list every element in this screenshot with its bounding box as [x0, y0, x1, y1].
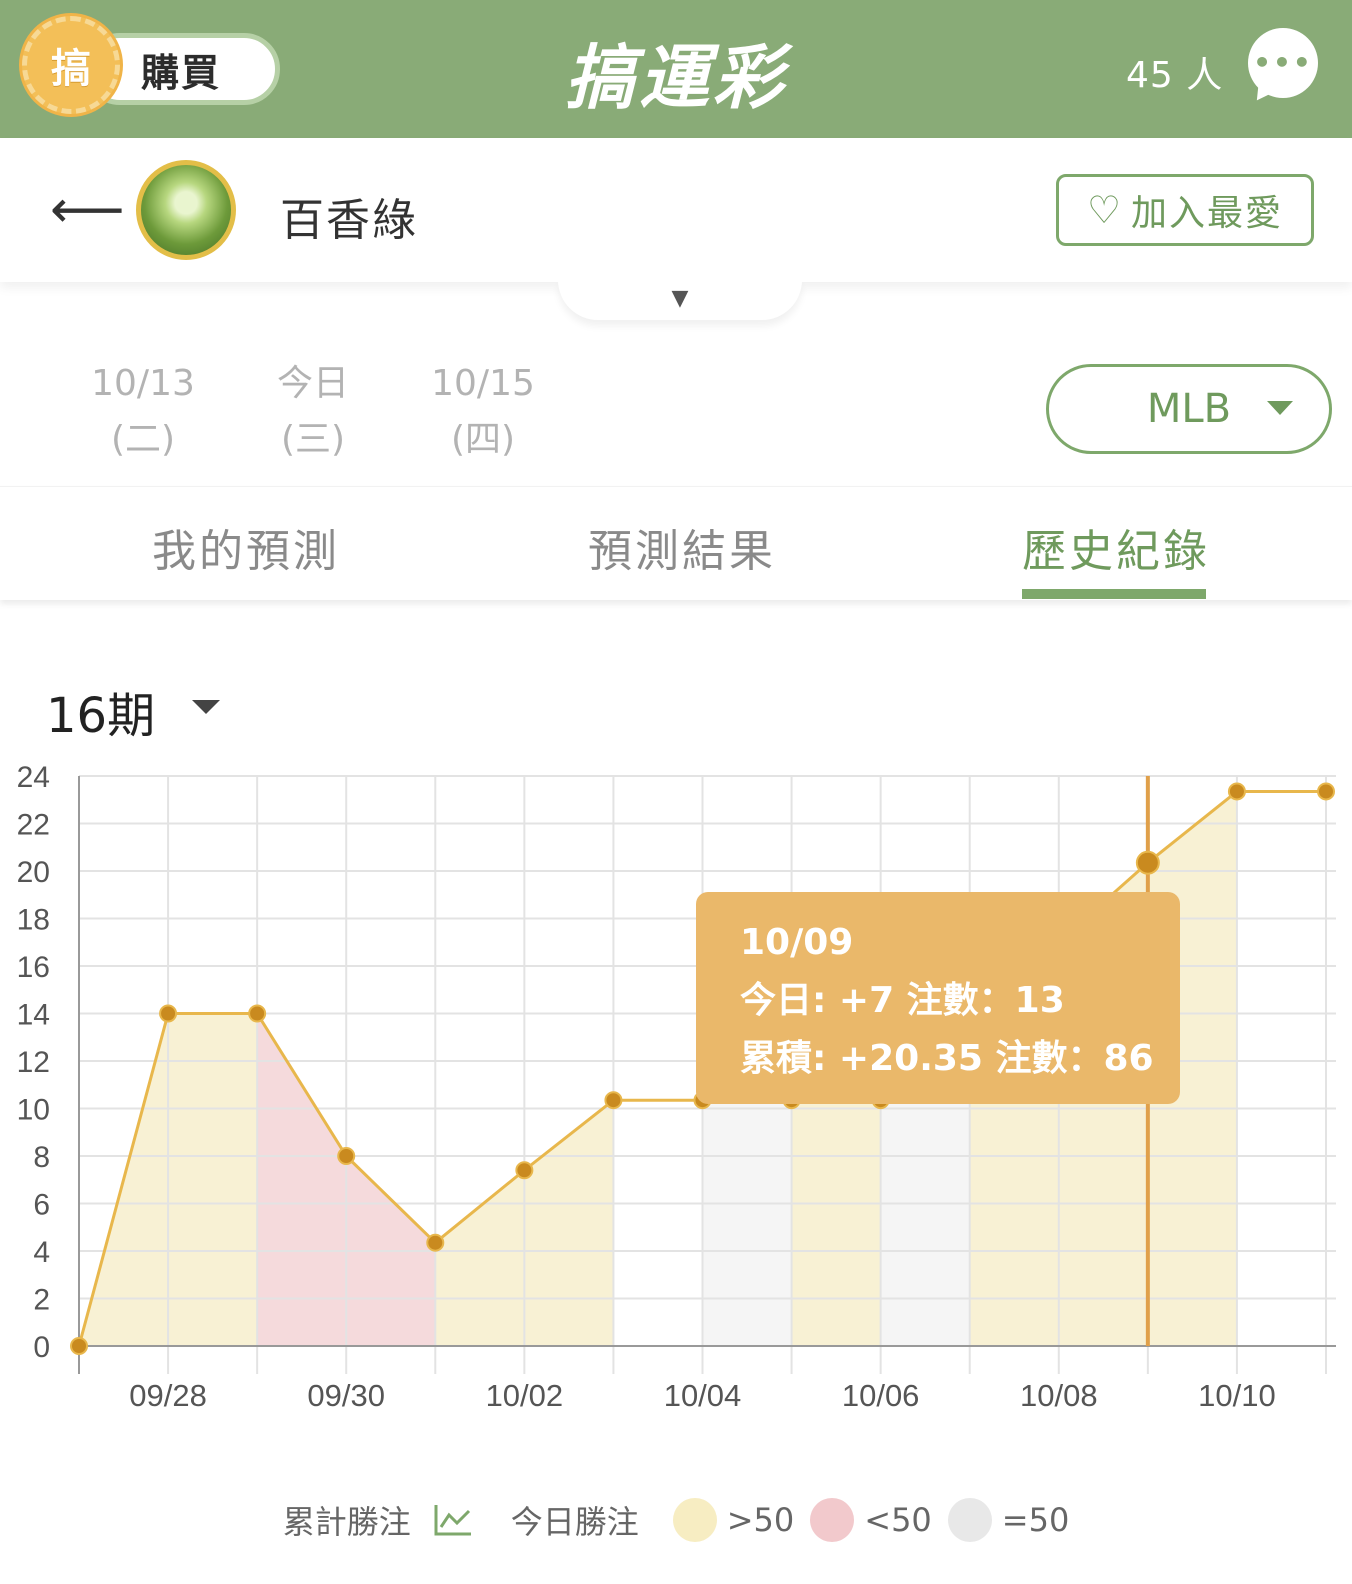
data-point	[248, 1004, 267, 1023]
y-tick-label: 16	[17, 951, 50, 984]
legend-lt50[interactable]: <50	[810, 1498, 932, 1542]
caret-down-icon: ▼	[671, 286, 689, 311]
y-tick-label: 4	[33, 1236, 50, 1269]
date-label: 今日	[276, 363, 349, 404]
band-gt50	[168, 1013, 258, 1346]
username: 百香綠	[280, 195, 418, 246]
tooltip-total: 累積: +20.35 注數：86	[740, 1038, 1154, 1079]
coin-label: 搞	[51, 46, 91, 92]
y-tick-label: 2	[33, 1284, 50, 1317]
x-tick-label: 10/02	[486, 1378, 564, 1413]
y-tick-label: 14	[17, 999, 50, 1032]
weekday-label: (四)	[450, 419, 516, 460]
y-tick-label: 0	[33, 1331, 50, 1364]
y-tick-label: 22	[17, 809, 50, 842]
tab-history[interactable]: 歷史紀錄	[1022, 515, 1210, 579]
band-eq50	[702, 1100, 792, 1346]
data-point	[337, 1147, 356, 1165]
date-label: 10/13	[91, 363, 195, 404]
band-lt50	[257, 1013, 347, 1346]
weekday-label: (二)	[110, 419, 176, 460]
arrow-left-icon[interactable]: ⟵	[50, 180, 125, 240]
data-point	[1135, 850, 1160, 875]
chart-tooltip: 10/09 今日: +7 注數：13 累積: +20.35 注數：86	[696, 892, 1180, 1104]
y-tick-label: 24	[17, 761, 50, 794]
date-item[interactable]: 10/15 (四)	[418, 356, 548, 468]
legend-lt50-label: <50	[864, 1501, 932, 1539]
tab-bar: 我的預測 預測結果 歷史紀錄	[0, 486, 1352, 600]
tooltip-date: 10/09	[740, 922, 854, 963]
y-tick-label: 10	[17, 1094, 50, 1127]
legend-eq50[interactable]: =50	[947, 1498, 1070, 1542]
tab-my-predictions[interactable]: 我的預測	[152, 515, 340, 579]
caret-down-icon[interactable]	[192, 700, 220, 714]
top-bar: 購買 搞 搞運彩 45 人 •••	[0, 0, 1352, 138]
data-point	[515, 1161, 534, 1180]
expand-toggle[interactable]: ▼	[558, 280, 802, 320]
legend-gt50-label: >50	[726, 1501, 795, 1539]
caret-down-icon	[1267, 401, 1293, 415]
date-label: 10/15	[431, 363, 535, 404]
favorite-label: 加入最愛	[1131, 193, 1284, 234]
online-count: 45 人	[1126, 55, 1224, 96]
profile-header: ⟵ 百香綠 ♡ 加入最愛	[0, 138, 1352, 282]
league-value: MLB	[1146, 386, 1232, 432]
weekday-label: (三)	[280, 419, 346, 460]
history-chart[interactable]: 02468101214161820222409/28 09/30 10/02 10/0…	[0, 760, 1352, 1460]
coin-icon[interactable]: 搞	[22, 16, 120, 114]
x-tick-label: 10/04	[664, 1378, 742, 1413]
y-tick-label: 12	[17, 1046, 50, 1079]
y-tick-label: 18	[17, 904, 50, 937]
data-point	[159, 1004, 178, 1023]
date-item[interactable]: 10/13 (二)	[78, 356, 208, 468]
legend-cumulative[interactable]: 累計勝注	[283, 1497, 495, 1543]
avatar[interactable]	[136, 160, 236, 260]
legend-cumulative-label: 累計勝注	[282, 1503, 411, 1541]
legend-today[interactable]: 今日勝注	[511, 1497, 639, 1543]
tab-prediction-results[interactable]: 預測結果	[588, 515, 776, 579]
data-point	[1227, 782, 1246, 801]
legend-today-label: 今日勝注	[510, 1503, 639, 1541]
band-gt50	[435, 1170, 525, 1346]
x-tick-label: 10/10	[1198, 1378, 1276, 1413]
y-tick-label: 20	[17, 856, 50, 889]
swatch-lt50	[810, 1498, 855, 1542]
chart-legend: 累計勝注 今日勝注 >50 <50 =50	[0, 1490, 1352, 1550]
chat-dots: •••	[1253, 46, 1313, 79]
data-point	[426, 1233, 445, 1252]
y-tick-label: 6	[33, 1189, 50, 1222]
line-chart-icon	[434, 1505, 471, 1536]
league-select[interactable]: MLB	[1046, 364, 1332, 454]
x-tick-label: 10/08	[1020, 1378, 1098, 1413]
x-tick-label: 10/06	[842, 1378, 920, 1413]
heart-icon: ♡	[1086, 188, 1124, 232]
y-tick-label: 8	[33, 1141, 50, 1174]
legend-eq50-label: =50	[1001, 1501, 1070, 1539]
chat-bubble-icon[interactable]: •••	[1248, 28, 1318, 98]
data-point	[1317, 782, 1335, 801]
data-point	[70, 1337, 88, 1355]
x-tick-label: 09/28	[129, 1378, 207, 1413]
x-tick-label: 09/30	[307, 1378, 385, 1413]
add-favorite-button[interactable]: ♡ 加入最愛	[1056, 174, 1314, 246]
data-point	[604, 1091, 623, 1110]
swatch-eq50	[947, 1498, 992, 1542]
active-tab-indicator	[1022, 589, 1206, 599]
period-select[interactable]: 16期	[46, 676, 155, 746]
legend-gt50[interactable]: >50	[655, 1498, 795, 1542]
tooltip-today: 今日: +7 注數：13	[740, 980, 1065, 1021]
swatch-gt50	[672, 1498, 717, 1542]
date-item-today[interactable]: 今日 (三)	[248, 356, 378, 468]
band-gt50	[791, 1100, 881, 1346]
